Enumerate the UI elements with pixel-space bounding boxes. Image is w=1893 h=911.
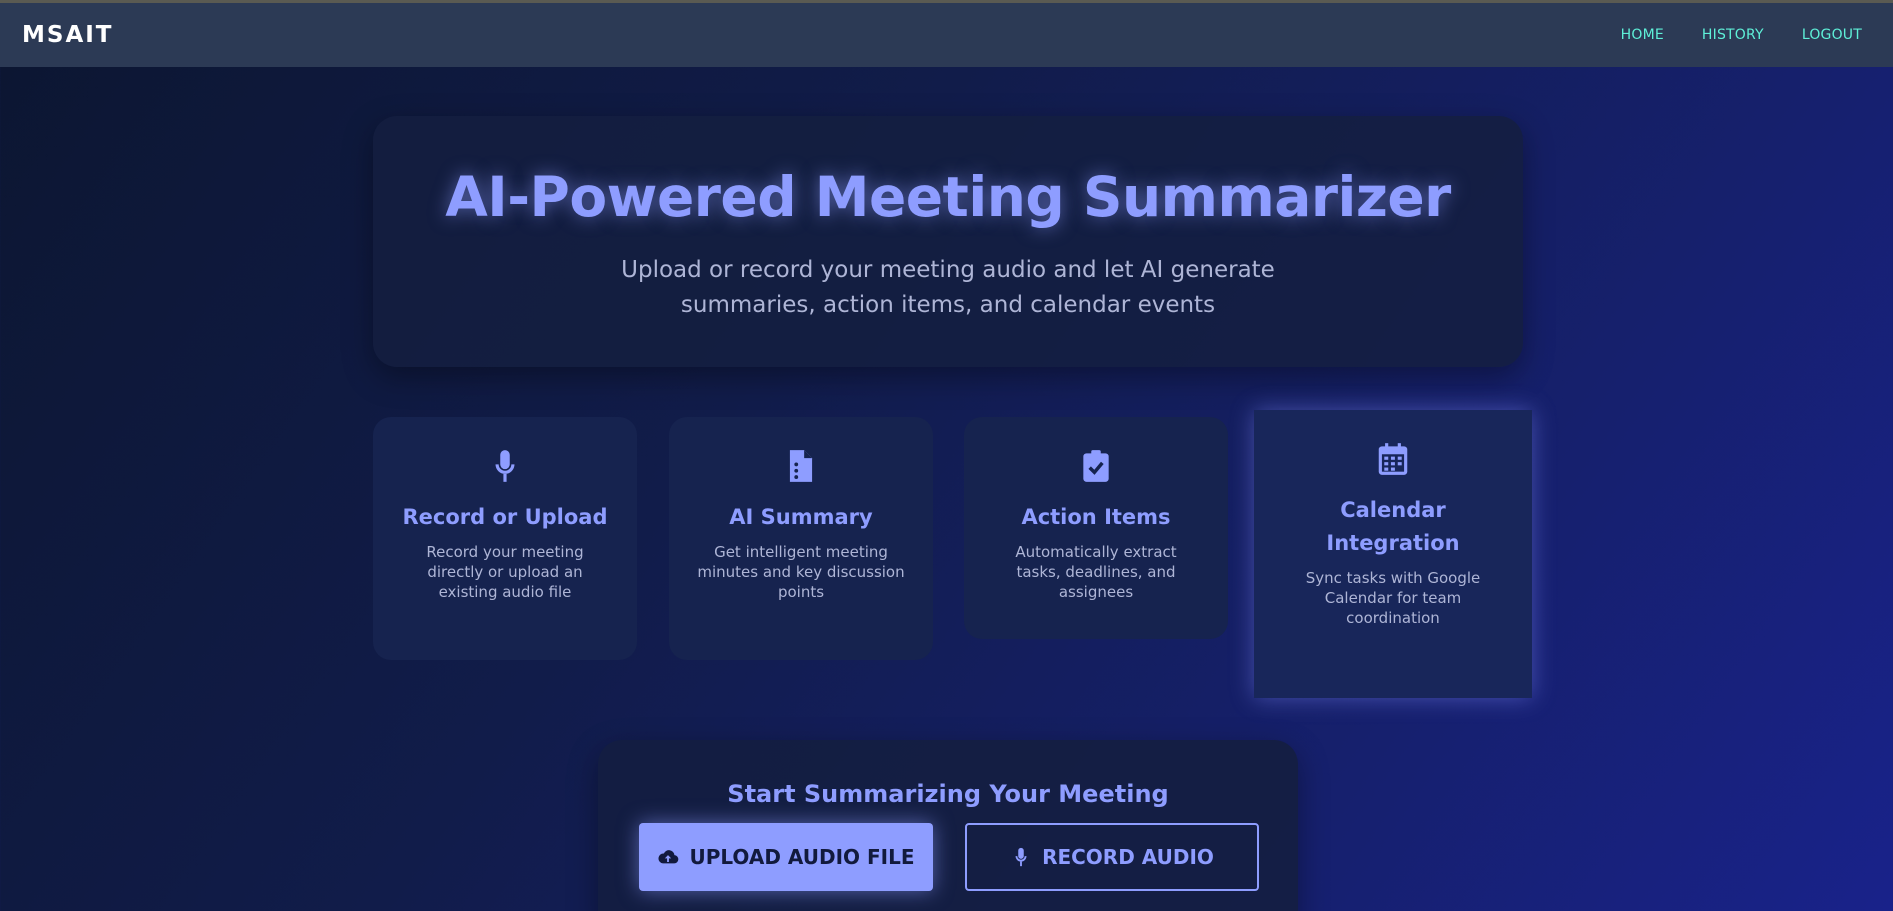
cta-title: Start Summarizing Your Meeting bbox=[727, 780, 1169, 808]
feature-title: Action Items bbox=[1021, 505, 1171, 529]
nav-home-link[interactable]: HOME bbox=[1621, 27, 1664, 43]
upload-audio-label: UPLOAD AUDIO FILE bbox=[689, 845, 915, 869]
feature-description: Record your meeting directly or upload a… bbox=[426, 543, 584, 601]
feature-title: Record or Upload bbox=[402, 505, 608, 529]
record-audio-label: RECORD AUDIO bbox=[1042, 845, 1214, 869]
feature-card-action-items: Action Items Automatically extract tasks… bbox=[964, 417, 1228, 639]
record-audio-button[interactable]: RECORD AUDIO bbox=[965, 823, 1259, 891]
feature-description: Get intelligent meeting minutes and key … bbox=[697, 543, 905, 601]
feature-card-record-upload: Record or Upload Record your meeting dir… bbox=[373, 417, 637, 660]
cloud-upload-icon bbox=[658, 850, 679, 864]
nav-links: HOME HISTORY LOGOUT bbox=[1583, 27, 1862, 43]
feature-card-calendar-integration: Calendar Integration Sync tasks with Goo… bbox=[1254, 410, 1532, 698]
clipboard-check-icon bbox=[1077, 447, 1115, 485]
upload-audio-button[interactable]: UPLOAD AUDIO FILE bbox=[639, 823, 933, 891]
document-icon bbox=[782, 447, 820, 485]
nav-history-link[interactable]: HISTORY bbox=[1702, 27, 1764, 43]
feature-title: Calendar Integration bbox=[1326, 498, 1460, 555]
hero-title: AI-Powered Meeting Summarizer bbox=[445, 165, 1451, 229]
feature-title: AI Summary bbox=[729, 505, 873, 529]
calendar-icon bbox=[1374, 440, 1412, 478]
microphone-icon bbox=[1015, 847, 1027, 867]
feature-card-ai-summary: AI Summary Get intelligent meeting minut… bbox=[669, 417, 933, 660]
brand-logo[interactable]: MSAIT bbox=[22, 22, 114, 48]
start-summarizing-section: Start Summarizing Your Meeting UPLOAD AU… bbox=[598, 740, 1298, 911]
hero-subtitle: Upload or record your meeting audio and … bbox=[621, 257, 1275, 318]
hero-section: AI-Powered Meeting Summarizer Upload or … bbox=[373, 116, 1523, 367]
navbar: MSAIT HOME HISTORY LOGOUT bbox=[0, 3, 1893, 67]
microphone-icon bbox=[486, 447, 524, 485]
feature-description: Sync tasks with Google Calendar for team… bbox=[1305, 569, 1481, 627]
feature-description: Automatically extract tasks, deadlines, … bbox=[1015, 543, 1177, 601]
nav-logout-link[interactable]: LOGOUT bbox=[1802, 27, 1862, 43]
